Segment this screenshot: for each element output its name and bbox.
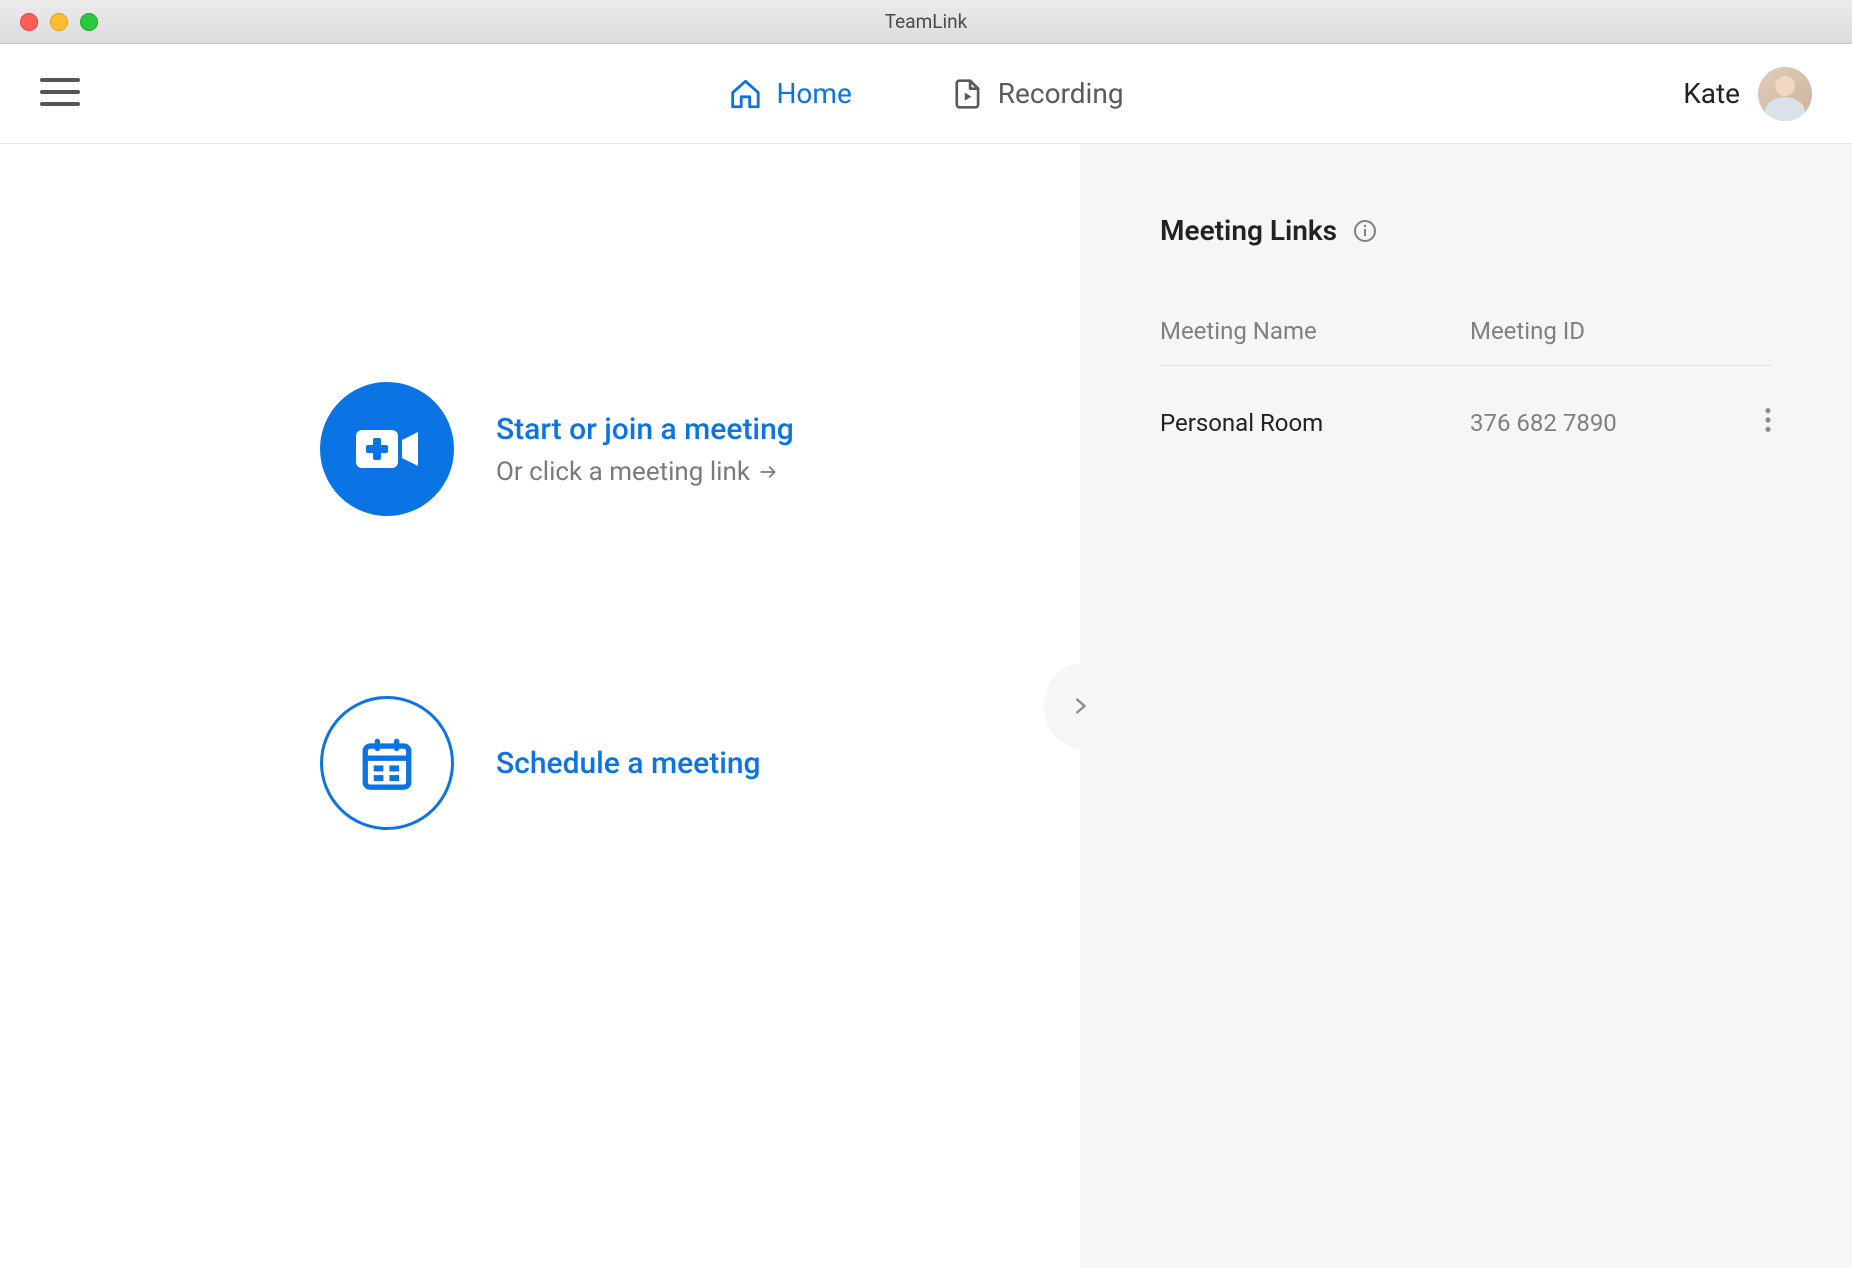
start-join-title: Start or join a meeting [496, 412, 794, 447]
meeting-name: Personal Room [1160, 409, 1470, 437]
maximize-window-button[interactable] [80, 13, 98, 31]
home-icon [728, 77, 762, 111]
meeting-links-title-text: Meeting Links [1160, 214, 1337, 247]
start-join-text: Start or join a meeting Or click a meeti… [496, 412, 794, 487]
start-join-subtitle: Or click a meeting link [496, 457, 794, 487]
schedule-text: Schedule a meeting [496, 746, 761, 781]
avatar [1758, 67, 1812, 121]
col-header-name: Meeting Name [1160, 317, 1470, 345]
arrow-right-icon [758, 462, 778, 482]
table-header: Meeting Name Meeting ID [1160, 317, 1772, 366]
tab-home[interactable]: Home [728, 77, 851, 111]
nav-tabs: Home Recording [728, 77, 1123, 111]
meeting-links-title: Meeting Links [1160, 214, 1772, 247]
titlebar: TeamLink [0, 0, 1852, 44]
main: Start or join a meeting Or click a meeti… [0, 144, 1852, 1268]
table-row[interactable]: Personal Room 376 682 7890 [1160, 366, 1772, 480]
calendar-icon [358, 734, 416, 792]
hamburger-icon [40, 76, 80, 108]
tab-recording[interactable]: Recording [952, 77, 1124, 110]
left-panel: Start or join a meeting Or click a meeti… [0, 144, 1080, 1268]
file-icon [952, 78, 984, 110]
meeting-links-table: Meeting Name Meeting ID Personal Room 37… [1160, 317, 1772, 480]
row-more-button[interactable] [1732, 406, 1772, 440]
tab-home-label: Home [776, 77, 851, 110]
user-name: Kate [1683, 77, 1740, 110]
collapse-panel-button[interactable] [1044, 664, 1116, 748]
user-menu[interactable]: Kate [1683, 67, 1812, 121]
chevron-right-icon [1069, 691, 1091, 721]
start-join-subtitle-text: Or click a meeting link [496, 457, 750, 487]
start-join-meeting-button[interactable]: Start or join a meeting Or click a meeti… [320, 382, 1080, 516]
tab-recording-label: Recording [998, 77, 1124, 110]
video-plus-icon [320, 382, 454, 516]
calendar-icon-circle [320, 696, 454, 830]
window-title: TeamLink [885, 10, 967, 33]
schedule-meeting-button[interactable]: Schedule a meeting [320, 696, 1080, 830]
minimize-window-button[interactable] [50, 13, 68, 31]
schedule-title: Schedule a meeting [496, 746, 761, 781]
col-header-id: Meeting ID [1470, 317, 1732, 345]
meeting-id: 376 682 7890 [1470, 409, 1732, 437]
header: Home Recording Kate [0, 44, 1852, 144]
close-window-button[interactable] [20, 13, 38, 31]
more-vertical-icon [1764, 406, 1772, 434]
window-controls [0, 13, 98, 31]
camera-plus-icon [352, 424, 422, 474]
meeting-links-panel: Meeting Links Meeting Name Meeting ID Pe… [1080, 144, 1852, 1268]
info-icon[interactable] [1353, 219, 1377, 243]
menu-button[interactable] [40, 76, 80, 112]
